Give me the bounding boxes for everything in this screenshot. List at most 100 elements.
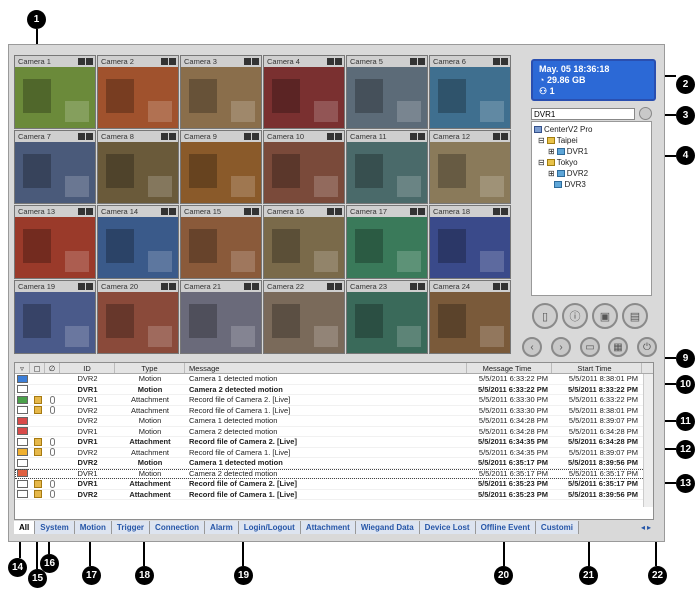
- log-row[interactable]: DVR1 Motion Camera 2 detected motion 5/5…: [15, 385, 653, 395]
- camera-feed[interactable]: [15, 217, 95, 278]
- camera-tile[interactable]: Camera 9: [180, 130, 262, 204]
- camera-feed[interactable]: [98, 292, 178, 353]
- tab-wiegand-data[interactable]: Wiegand Data: [355, 521, 420, 534]
- log-row[interactable]: DVR2 Motion Camera 1 detected motion 5/5…: [15, 458, 653, 469]
- camera-close-icon[interactable]: [169, 58, 176, 65]
- power-button[interactable]: ⏻: [637, 337, 657, 357]
- config-button[interactable]: ▤: [622, 303, 648, 329]
- camera-tile[interactable]: Camera 19: [14, 280, 96, 354]
- camera-feed[interactable]: [181, 292, 261, 353]
- filter-icon[interactable]: ▿: [15, 363, 30, 373]
- camera-record-icon[interactable]: [161, 208, 168, 215]
- tab-all[interactable]: All: [14, 521, 36, 534]
- camera-record-icon[interactable]: [410, 208, 417, 215]
- camera-record-icon[interactable]: [78, 283, 85, 290]
- tree-dvr-item[interactable]: ⊞ DVR2: [534, 168, 649, 179]
- col-message-time[interactable]: Message Time: [467, 363, 552, 373]
- camera-tile[interactable]: Camera 5: [346, 55, 428, 129]
- camera-record-icon[interactable]: [493, 58, 500, 65]
- log-row[interactable]: DVR1 Attachment Record file of Camera 2.…: [15, 479, 653, 490]
- attachment-clip-icon[interactable]: [50, 479, 55, 488]
- camera-close-icon[interactable]: [86, 58, 93, 65]
- expand-icon[interactable]: [548, 180, 552, 189]
- camera-feed[interactable]: [264, 142, 344, 203]
- camera-feed[interactable]: [347, 67, 427, 128]
- tab-connection[interactable]: Connection: [150, 521, 206, 534]
- camera-record-icon[interactable]: [78, 58, 85, 65]
- camera-tile[interactable]: Camera 3: [180, 55, 262, 129]
- camera-close-icon[interactable]: [86, 133, 93, 140]
- tab-trigger[interactable]: Trigger: [111, 521, 151, 534]
- attachment-clip-icon[interactable]: [50, 395, 55, 404]
- camera-close-icon[interactable]: [252, 133, 259, 140]
- tree-group[interactable]: ⊟ Taipei: [534, 135, 649, 146]
- log-row[interactable]: DVR2 Attachment Record file of Camera 1.…: [15, 406, 653, 416]
- camera-close-icon[interactable]: [335, 208, 342, 215]
- camera-feed[interactable]: [264, 67, 344, 128]
- camera-record-icon[interactable]: [244, 283, 251, 290]
- col-id[interactable]: ID: [60, 363, 115, 373]
- camera-close-icon[interactable]: [335, 58, 342, 65]
- log-row[interactable]: DVR1 Attachment Record file of Camera 2.…: [15, 437, 653, 448]
- camera-close-icon[interactable]: [252, 283, 259, 290]
- camera-close-icon[interactable]: [501, 283, 508, 290]
- camera-feed[interactable]: [430, 292, 510, 353]
- camera-tile[interactable]: Camera 16: [263, 205, 345, 279]
- camera-record-icon[interactable]: [327, 58, 334, 65]
- camera-tile[interactable]: Camera 1: [14, 55, 96, 129]
- camera-feed[interactable]: [98, 142, 178, 203]
- playback-button[interactable]: ▯: [532, 303, 558, 329]
- clipboard-icon[interactable]: ▢: [30, 363, 45, 373]
- expand-icon[interactable]: ⊞: [548, 169, 555, 178]
- log-row[interactable]: DVR2 Attachment Record file of Camera 1.…: [15, 448, 653, 458]
- camera-record-icon[interactable]: [161, 133, 168, 140]
- camera-tile[interactable]: Camera 23: [346, 280, 428, 354]
- camera-tile[interactable]: Camera 21: [180, 280, 262, 354]
- camera-record-icon[interactable]: [244, 58, 251, 65]
- tree-dvr-item[interactable]: DVR3: [534, 179, 649, 190]
- tree-root[interactable]: CenterV2 Pro: [534, 124, 649, 135]
- log-row[interactable]: DVR2 Motion Camera 1 detected motion 5/5…: [15, 374, 653, 385]
- col-message[interactable]: Message: [185, 363, 467, 373]
- record-file-icon[interactable]: [33, 448, 42, 457]
- camera-feed[interactable]: [98, 217, 178, 278]
- camera-close-icon[interactable]: [252, 208, 259, 215]
- camera-tile[interactable]: Camera 2: [97, 55, 179, 129]
- tab-customi[interactable]: Customi: [535, 521, 579, 534]
- camera-close-icon[interactable]: [86, 208, 93, 215]
- tab-login-logout[interactable]: Login/Logout: [238, 521, 301, 534]
- record-file-icon[interactable]: [33, 406, 42, 415]
- camera-tile[interactable]: Camera 14: [97, 205, 179, 279]
- record-file-icon[interactable]: [33, 479, 42, 488]
- attachment-icon[interactable]: ∅: [45, 363, 60, 373]
- camera-feed[interactable]: [181, 142, 261, 203]
- event-log-table[interactable]: ▿ ▢ ∅ ID Type Message Message Time Start…: [14, 362, 654, 520]
- col-type[interactable]: Type: [115, 363, 185, 373]
- camera-feed[interactable]: [15, 142, 95, 203]
- tab-alarm[interactable]: Alarm: [205, 521, 239, 534]
- camera-record-icon[interactable]: [244, 208, 251, 215]
- collapse-icon[interactable]: ⊟: [538, 158, 545, 167]
- camera-record-icon[interactable]: [410, 58, 417, 65]
- camera-record-icon[interactable]: [493, 133, 500, 140]
- record-file-icon[interactable]: [33, 490, 42, 499]
- camera-tile[interactable]: Camera 18: [429, 205, 511, 279]
- camera-feed[interactable]: [430, 217, 510, 278]
- camera-close-icon[interactable]: [335, 133, 342, 140]
- camera-tile[interactable]: Camera 15: [180, 205, 262, 279]
- camera-feed[interactable]: [430, 67, 510, 128]
- camera-record-icon[interactable]: [78, 208, 85, 215]
- camera-close-icon[interactable]: [335, 283, 342, 290]
- log-scrollbar[interactable]: [643, 374, 653, 507]
- attachment-clip-icon[interactable]: [50, 437, 55, 446]
- attachment-clip-icon[interactable]: [50, 406, 55, 415]
- camera-close-icon[interactable]: [418, 58, 425, 65]
- attachment-clip-icon[interactable]: [50, 490, 55, 499]
- camera-feed[interactable]: [264, 217, 344, 278]
- camera-close-icon[interactable]: [501, 58, 508, 65]
- camera-record-icon[interactable]: [244, 133, 251, 140]
- camera-close-icon[interactable]: [86, 283, 93, 290]
- camera-record-icon[interactable]: [493, 283, 500, 290]
- camera-close-icon[interactable]: [501, 133, 508, 140]
- camera-tile[interactable]: Camera 24: [429, 280, 511, 354]
